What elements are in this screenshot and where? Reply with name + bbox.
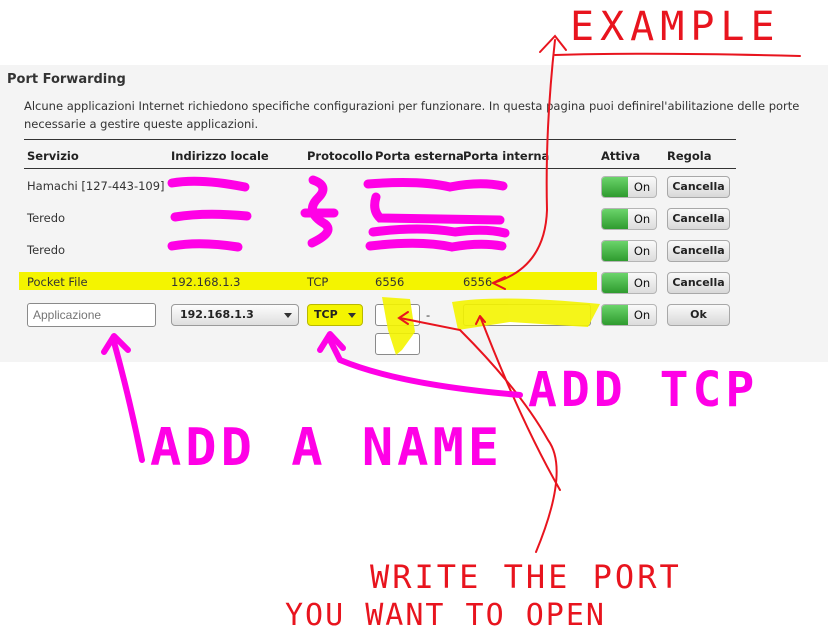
chevron-down-icon: [284, 313, 292, 318]
port-range-separator: -: [426, 308, 431, 322]
internal-port-input[interactable]: [463, 304, 591, 326]
col-header-porta-esterna: Porta esterna: [375, 149, 464, 163]
delete-button[interactable]: Cancella: [667, 272, 730, 294]
row-service: Teredo: [27, 211, 66, 225]
active-toggle[interactable]: On: [601, 208, 657, 230]
col-header-servizio: Servizio: [27, 149, 79, 163]
external-port-to-input[interactable]: [375, 333, 420, 355]
annotation-write-port-line2: YOU WANT TO OPEN: [285, 598, 606, 633]
table-top-rule: [24, 139, 736, 140]
row-service: Hamachi [127-443-109]: [27, 179, 165, 193]
service-name-input[interactable]: [27, 303, 156, 327]
annotation-write-port-line1: WRITE THE PORT: [370, 558, 682, 596]
table-header-rule: [24, 168, 736, 169]
row-external-port: 6556: [375, 275, 405, 289]
delete-button[interactable]: Cancella: [667, 240, 730, 262]
col-header-protocollo: Protocollo: [307, 149, 373, 163]
col-header-porta-interna: Porta interna: [463, 149, 550, 163]
row-protocol: TCP: [307, 275, 329, 289]
active-toggle[interactable]: On: [601, 304, 657, 326]
active-toggle[interactable]: On: [601, 176, 657, 198]
annotation-add-name: ADD A NAME: [150, 418, 504, 478]
col-header-regola: Regola: [667, 149, 712, 163]
protocol-select[interactable]: TCP: [307, 304, 363, 326]
row-local-address: 192.168.1.3: [171, 275, 241, 289]
annotation-add-tcp: ADD TCP: [528, 362, 759, 418]
ok-button[interactable]: Ok: [667, 304, 730, 326]
active-toggle[interactable]: On: [601, 240, 657, 262]
delete-button[interactable]: Cancella: [667, 176, 730, 198]
active-toggle[interactable]: On: [601, 272, 657, 294]
page-title: Port Forwarding: [7, 72, 126, 87]
chevron-down-icon: [348, 313, 356, 318]
local-address-select[interactable]: 192.168.1.3: [171, 304, 299, 326]
col-header-attiva: Attiva: [601, 149, 641, 163]
row-internal-port: 6556: [463, 275, 493, 289]
page-description: Alcune applicazioni Internet richiedono …: [24, 99, 800, 131]
external-port-from-input[interactable]: [375, 304, 420, 326]
annotation-example: EXAMPLE: [570, 4, 781, 50]
col-header-indirizzo-locale: Indirizzo locale: [171, 149, 269, 163]
row-service: Teredo: [27, 243, 66, 257]
delete-button[interactable]: Cancella: [667, 208, 730, 230]
row-service: Pocket File: [27, 275, 88, 289]
